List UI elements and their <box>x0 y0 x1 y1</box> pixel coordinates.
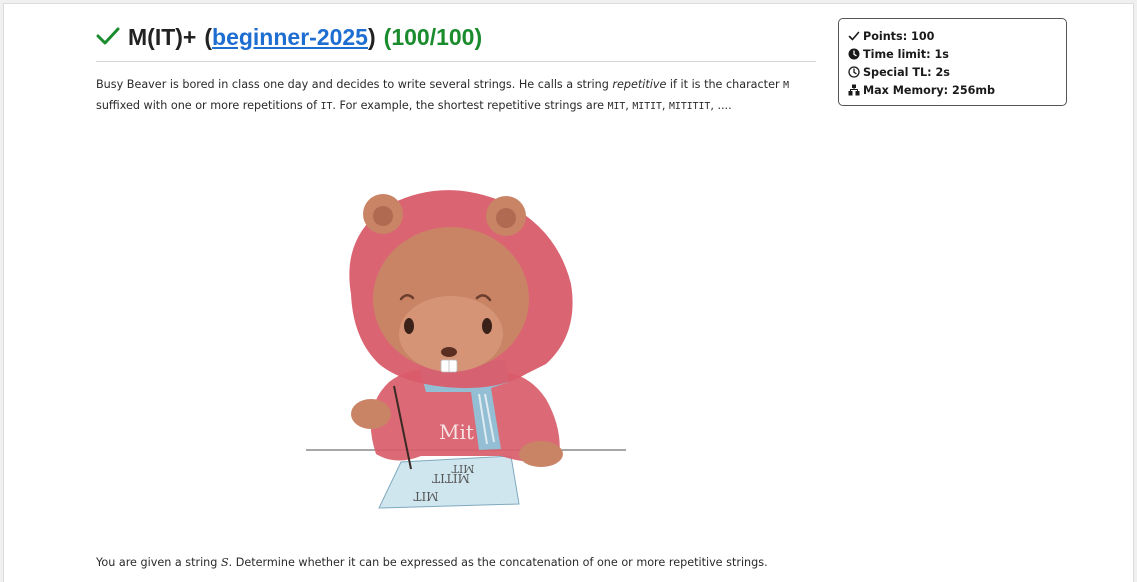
time-limit-label: Time limit: 1s <box>863 47 949 61</box>
memory-icon <box>847 83 861 97</box>
paren-close: ) <box>367 23 376 50</box>
statement-text: , .... <box>710 99 732 112</box>
inline-code: MIT <box>607 101 626 112</box>
paper-line-2: MITIT <box>432 471 470 485</box>
inline-code: MITITIT <box>669 101 711 112</box>
clock-filled-icon <box>847 47 861 61</box>
problem-name: M(IT)+ <box>128 23 197 50</box>
paren-open: ( <box>204 23 213 50</box>
statement-text: . For example, the shortest repetitive s… <box>332 99 608 112</box>
beaver-illustration: MIT MITIT MIT Mit <box>301 174 631 514</box>
right-paw <box>519 441 563 467</box>
check-icon <box>96 22 122 53</box>
statement-text: suffixed with one or more repetitions of <box>96 99 321 112</box>
statement-text: , <box>661 99 670 112</box>
paper-line-3: MIT <box>413 489 438 503</box>
clock-outline-icon <box>847 65 861 79</box>
statement-paragraph: Busy Beaver is bored in class one day an… <box>96 75 816 117</box>
right-eye <box>482 318 492 334</box>
time-limit-row: Time limit: 1s <box>847 45 1066 63</box>
inline-code: M <box>783 80 790 91</box>
check-icon <box>847 29 861 43</box>
special-tl-row: Special TL: 2s <box>847 63 1066 81</box>
left-paw <box>351 399 391 429</box>
statement-emphasis: repetitive <box>612 78 667 91</box>
statement-text: . Determine whether it can be expressed … <box>228 556 768 569</box>
problem-title: M(IT)+ ( beginner-2025 ) (100/100) <box>96 18 816 56</box>
statement-text: if it is the character <box>666 78 784 91</box>
contest-link[interactable]: beginner-2025 <box>212 24 368 51</box>
left-eye <box>404 318 414 334</box>
max-memory-label: Max Memory: 256mb <box>863 83 996 97</box>
points-label: Points: 100 <box>863 29 935 43</box>
special-tl-label: Special TL: 2s <box>863 65 950 79</box>
hoodie-text: Mit <box>439 420 474 444</box>
inline-code: MITIT <box>632 101 662 112</box>
statement-text: You are given a string <box>96 556 221 569</box>
problem-page: M(IT)+ ( beginner-2025 ) (100/100) Busy … <box>3 3 1134 582</box>
inline-code: IT <box>320 101 333 112</box>
nose <box>441 347 457 357</box>
task-paragraph: You are given a string S. Determine whet… <box>96 556 768 569</box>
problem-info-box: Points: 100 Time limit: 1s Special TL: 2… <box>838 18 1067 106</box>
math-variable: S <box>220 556 229 569</box>
max-memory-row: Max Memory: 256mb <box>847 81 1066 99</box>
score-badge: (100/100) <box>383 23 483 50</box>
statement-text: Busy Beaver is bored in class one day an… <box>96 78 613 91</box>
points-row: Points: 100 <box>847 27 1066 45</box>
title-divider <box>96 61 816 62</box>
